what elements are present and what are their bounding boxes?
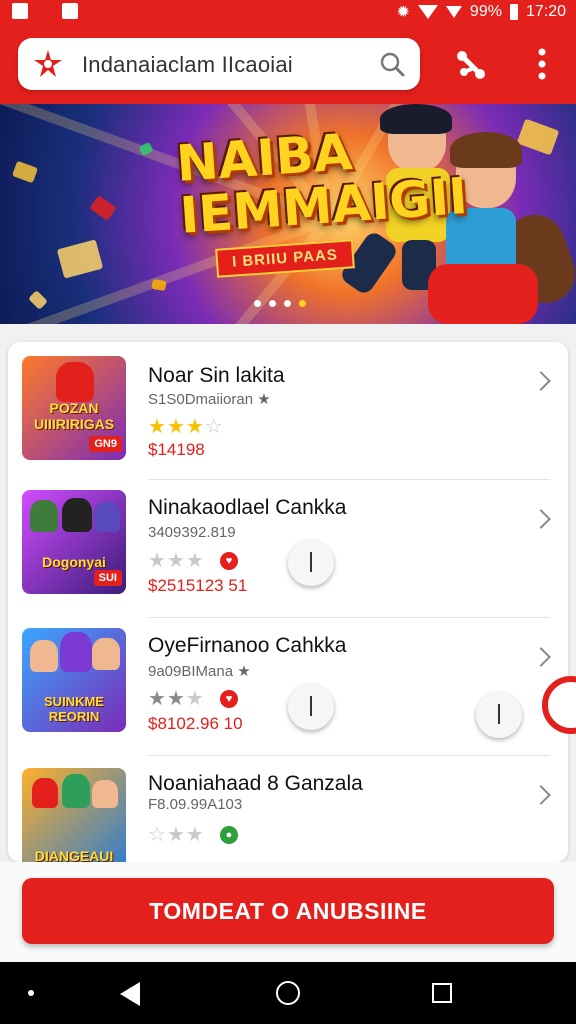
list-item-title: OyeFirnanoo Cahkka	[148, 634, 347, 657]
chevron-right-icon[interactable]	[531, 509, 551, 529]
list-item[interactable]: POZAN UIIIRIRIGAS GN9 Noar Sin lakita S1…	[8, 342, 568, 480]
list-item-subtitle: F8.09.99A103	[148, 796, 243, 813]
search-bar[interactable]: Indanaiaclam IIcaoiai	[18, 38, 420, 90]
rating-stars: ☆★★	[148, 824, 205, 846]
list-item-price: $2515123 51	[148, 576, 248, 595]
app-logo-icon	[34, 50, 62, 77]
promo-banner[interactable]: NAIBA IEMMAIGII I BRIIU PAAS	[0, 104, 576, 324]
search-icon[interactable]	[378, 50, 406, 78]
carousel-dot[interactable]	[269, 300, 276, 307]
chevron-right-icon[interactable]	[531, 785, 551, 805]
rating-stars: ★★★☆	[148, 416, 224, 438]
carousel-indicator[interactable]	[254, 300, 306, 307]
carousel-dot[interactable]	[254, 300, 261, 307]
system-navigation-bar	[0, 962, 576, 1024]
game-list: POZAN UIIIRIRIGAS GN9 Noar Sin lakita S1…	[8, 342, 568, 862]
action-button[interactable]	[288, 684, 334, 730]
cta-bar: TOMDEAT O ANUBSIINE	[0, 862, 576, 962]
banner-tag: I BRIIU PAAS	[215, 239, 355, 278]
list-item-subtitle: 9a09BIMana ★	[148, 663, 251, 680]
carousel-dot[interactable]	[299, 300, 306, 307]
list-item-title: Ninakaodlael Cankka	[148, 496, 347, 519]
list-item-subtitle: 3409392.819	[148, 524, 236, 541]
share-icon[interactable]	[452, 44, 488, 84]
rating-stars: ★★★	[148, 688, 205, 710]
primary-cta-button[interactable]: TOMDEAT O ANUBSIINE	[22, 878, 554, 944]
wifi-icon	[417, 5, 438, 19]
thumb-badge: SUI	[93, 570, 122, 586]
back-icon[interactable]	[120, 982, 140, 1006]
list-item[interactable]: Dogonyai SUI Ninakaodlael Cankka 3409392…	[8, 480, 568, 618]
list-item[interactable]: DIANGEAUI Noaniahaad 8 Ganzala F8.09.99A…	[8, 756, 568, 862]
list-item-subtitle: S1S0Dmaiioran ★	[148, 391, 271, 408]
notification-icon	[12, 3, 28, 19]
heart-icon: ♥	[220, 690, 238, 708]
game-thumbnail: SUINKME REORIN	[22, 628, 126, 732]
badge-icon: ●	[220, 826, 238, 844]
list-item-price: $8102.96 10	[148, 714, 243, 733]
action-button[interactable]	[288, 540, 334, 586]
rating-stars: ★★★	[148, 550, 205, 572]
list-item-price: $14198	[148, 440, 205, 459]
chevron-right-icon[interactable]	[531, 371, 551, 391]
more-options-icon[interactable]	[530, 44, 554, 84]
status-bar: ✹ 99% 17:20	[0, 0, 576, 24]
recent-apps-icon[interactable]	[432, 983, 452, 1003]
thumb-badge: GN9	[89, 436, 122, 452]
scroll-button[interactable]	[476, 692, 522, 738]
banner-title: NAIBA IEMMAIGII	[174, 122, 470, 245]
game-thumbnail: POZAN UIIIRIRIGAS GN9	[22, 356, 126, 460]
carousel-dot[interactable]	[284, 300, 291, 307]
home-icon[interactable]	[276, 981, 300, 1005]
game-thumbnail: Dogonyai SUI	[22, 490, 126, 594]
list-item-title: Noaniahaad 8 Ganzala	[148, 772, 363, 795]
app-toolbar: Indanaiaclam IIcaoiai	[0, 24, 576, 104]
game-thumbnail: DIANGEAUI	[22, 768, 126, 862]
list-item[interactable]: SUINKME REORIN OyeFirnanoo Cahkka 9a09BI…	[8, 618, 568, 756]
vibrate-icon: ✹	[396, 4, 410, 21]
battery-level: 99%	[469, 3, 502, 20]
assistant-dot-icon	[28, 990, 34, 996]
heart-icon: ♥	[220, 552, 238, 570]
list-item-title: Noar Sin lakita	[148, 364, 285, 387]
battery-icon	[509, 4, 518, 20]
clock: 17:20	[525, 3, 566, 20]
search-input[interactable]: Indanaiaclam IIcaoiai	[82, 52, 293, 78]
chevron-right-icon[interactable]	[531, 647, 551, 667]
signal-icon	[445, 6, 462, 18]
app-notification-icon	[62, 3, 78, 19]
